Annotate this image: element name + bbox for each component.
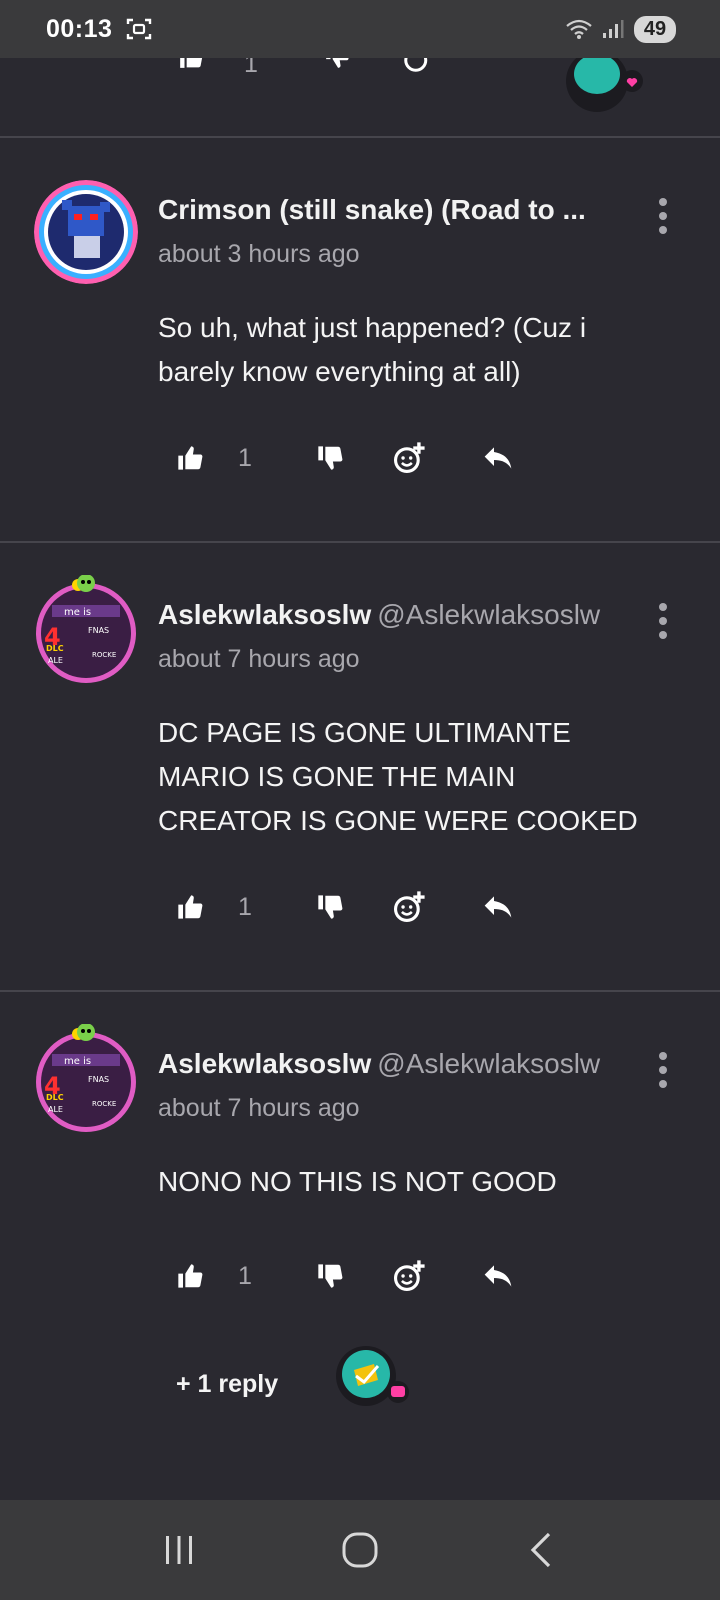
signal-icon	[603, 20, 624, 38]
username[interactable]: Aslekwlaksoslw	[158, 599, 371, 630]
navigation-bar	[0, 1500, 720, 1600]
comment-card: me is 4 FNAS DLC ROCKE ALE Aslekwlaksosl…	[0, 992, 720, 1500]
back-icon[interactable]	[523, 1530, 559, 1570]
user-handle[interactable]: @Aslekwlaksoslw	[377, 599, 600, 630]
avatar[interactable]: me is 4 FNAS DLC ROCKE ALE	[34, 574, 138, 685]
comment-text: NONO NO THIS IS NOT GOOD	[158, 1166, 557, 1197]
user-handle[interactable]: @Aslekwlaksoslw	[377, 1048, 600, 1079]
screenshot-icon	[127, 18, 152, 40]
comment-text: So uh, what just happened? (Cuz i barely…	[158, 312, 587, 387]
comment-feed: 1 Crimson (still snake) (Road to ... abo…	[0, 0, 720, 1500]
more-options-button[interactable]	[654, 1052, 672, 1088]
username[interactable]: Aslekwlaksoslw	[158, 1048, 371, 1079]
reply-icon[interactable]	[482, 444, 514, 472]
previous-comment-actions: 1	[0, 46, 720, 138]
avatar[interactable]	[34, 180, 138, 284]
thumbs-up-icon[interactable]	[176, 1262, 204, 1290]
comment-text: DC PAGE IS GONE ULTIMANTE MARIO IS GONE …	[158, 717, 638, 836]
wifi-icon	[566, 19, 592, 39]
timestamp: about 7 hours ago	[158, 1094, 360, 1122]
reply-icon[interactable]	[482, 893, 514, 921]
recent-apps-icon[interactable]	[161, 1532, 197, 1568]
thumbs-up-icon[interactable]	[176, 893, 204, 921]
add-reaction-icon[interactable]	[392, 1259, 426, 1293]
comment-card: Crimson (still snake) (Road to ... about…	[0, 138, 720, 543]
svg-text:FNAS: FNAS	[88, 626, 109, 635]
reply-icon[interactable]	[482, 1262, 514, 1290]
svg-text:FNAS: FNAS	[88, 1075, 109, 1084]
thumbs-down-icon[interactable]	[316, 1262, 344, 1290]
status-bar: 00:13 49	[0, 0, 720, 58]
svg-text:ALE: ALE	[48, 1105, 63, 1114]
battery-indicator: 49	[634, 15, 676, 43]
svg-text:ALE: ALE	[48, 656, 63, 665]
thumbs-down-icon[interactable]	[316, 893, 344, 921]
comment-actions: 1	[176, 885, 514, 929]
comment-actions: 1	[176, 1254, 514, 1298]
svg-text:ROCKE: ROCKE	[92, 651, 116, 659]
add-reaction-icon[interactable]	[392, 441, 426, 475]
thumbs-up-icon[interactable]	[176, 444, 204, 472]
more-options-button[interactable]	[654, 603, 672, 639]
more-options-button[interactable]	[654, 198, 672, 234]
svg-text:ROCKE: ROCKE	[92, 1100, 116, 1108]
like-count: 1	[238, 1261, 252, 1290]
thumbs-down-icon[interactable]	[316, 444, 344, 472]
like-count: 1	[238, 443, 252, 472]
add-reaction-icon[interactable]	[392, 890, 426, 924]
svg-text:DLC: DLC	[46, 1093, 64, 1102]
reply-avatar	[566, 50, 643, 112]
svg-text:me is: me is	[64, 607, 91, 618]
replies-count-label[interactable]: + 1 reply	[176, 1370, 278, 1399]
clock: 00:13	[46, 14, 113, 43]
timestamp: about 7 hours ago	[158, 645, 360, 673]
comment-actions: 1	[176, 436, 514, 480]
home-icon[interactable]	[340, 1530, 380, 1570]
username[interactable]: Crimson (still snake) (Road to ...	[158, 194, 586, 225]
reply-avatar	[336, 1346, 410, 1412]
heart-icon	[621, 70, 643, 92]
svg-text:DLC: DLC	[46, 644, 64, 653]
svg-text:me is: me is	[64, 1056, 91, 1067]
like-count: 1	[238, 892, 252, 921]
timestamp: about 3 hours ago	[158, 240, 360, 268]
avatar[interactable]: me is 4 FNAS DLC ROCKE ALE	[34, 1023, 138, 1134]
comment-card: me is 4 FNAS DLC ROCKE ALE Aslekwlaksosl…	[0, 543, 720, 992]
view-replies-button[interactable]: + 1 reply	[176, 1346, 410, 1412]
